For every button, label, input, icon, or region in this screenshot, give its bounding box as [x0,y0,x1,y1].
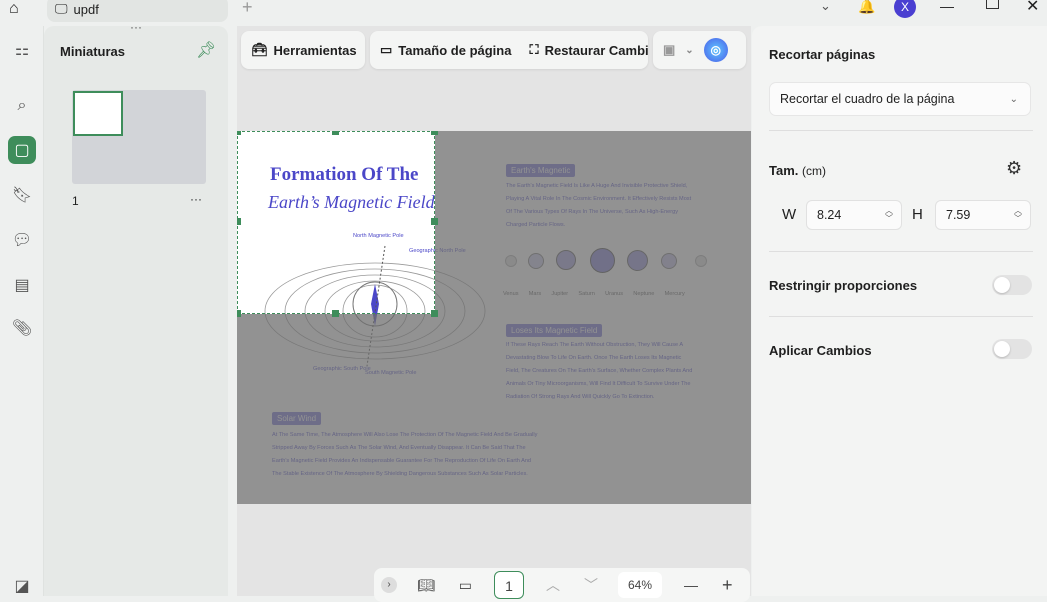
presentation-icon[interactable]: ▭ [459,577,472,594]
paragraph-3: At The Same Time, The Atmosphere Will Al… [272,431,538,477]
crop-toolbar: ▭ Tamaño de página ⛶ Restaurar Cambio [370,31,648,69]
size-unit: (cm) [802,164,827,178]
zoom-level[interactable]: 64% [618,572,663,598]
crop-panel: Recortar páginas Recortar el cuadro de l… [752,26,1047,596]
thumbnail-page-number: 1 [72,194,79,208]
thumbnails-grid-icon[interactable]: ⚏ [8,36,36,64]
panel-title: Miniaturas [60,44,126,59]
zoom-out-icon[interactable]: — [684,577,698,593]
planet-labels: Venus Mars Jupiter Saturn Uranus Neptune… [503,290,685,297]
more-icon[interactable]: ··· [190,192,202,206]
page-size-icon: ▭ [380,42,393,57]
tools-label: Herramientas [273,42,357,58]
page-number-input[interactable]: 1 [494,571,525,599]
search-icon[interactable]: ⌕ [8,92,36,120]
crop-box-select[interactable]: Recortar el cuadro de la página ⌄ [769,82,1031,116]
stepper-arrows-icon[interactable]: ︿ ﹀ [885,207,893,223]
minimize-icon[interactable]: — [940,0,954,14]
avatar[interactable]: X [894,0,916,18]
pin-icon[interactable]: 📌︎ [196,40,216,60]
constrain-label: Restringir proporciones [769,278,918,293]
zoom-in-icon[interactable]: + [722,575,733,596]
expand-icon[interactable]: › [381,577,397,593]
stepper-arrows-icon[interactable]: ︿ ﹀ [1014,207,1022,223]
chevron-down-icon[interactable]: ⌄ [820,0,831,14]
extra-toolbar: ▣ ⌄ ◎ [653,31,746,69]
save-icon[interactable]: ▣ [663,42,675,58]
paragraph-2: If These Rays Reach The Earth Without Ob… [506,341,693,400]
label-geo-south: Geographic South Pole [313,365,371,372]
next-page-icon[interactable]: ﹀ [584,575,598,595]
planets-row: Venus Mars Jupiter Saturn Uranus Neptune… [503,248,718,304]
crop-box-value: Recortar el cuadro de la página [780,92,955,106]
bottom-toolbar: › 📖︎ ▭ 1 ︿ ﹀ 64% — + [374,568,750,602]
width-stepper[interactable]: 8.24 ︿ ﹀ [806,200,902,230]
tools-button[interactable]: 🧰︎ Herramientas [241,31,365,69]
page-thumbnail[interactable] [72,90,206,184]
section-label: Solar Wind [272,412,322,425]
left-rail: ⚏ ⌕ ▢ 🔖︎ 💬︎ ▤ 📎︎ ◪ [0,26,44,596]
paragraph-1: The Earth's Magnetic Field Is Like A Hug… [506,182,692,228]
restore-button[interactable]: Restaurar Cambio [545,43,648,58]
tab-bar: ⌂ 🖵 updf + ⌄ 🔔 X — ✕ [0,0,1047,26]
constrain-toggle[interactable] [992,275,1032,295]
form-icon[interactable]: ▤ [8,271,36,299]
width-value: 8.24 [817,208,842,222]
drag-handle[interactable]: ··· [130,20,142,34]
chevron-down-icon[interactable]: ⌄ [685,45,693,56]
prev-page-icon[interactable]: ︿ [546,575,560,595]
close-icon[interactable]: ✕ [1026,0,1039,16]
crop-box[interactable] [237,131,438,317]
panel-title: Recortar páginas [769,47,876,62]
apply-label: Aplicar Cambios [769,343,872,358]
ai-assistant-icon[interactable]: ◎ [703,38,728,62]
height-label: H [912,206,923,223]
thumbnails-panel: ··· Miniaturas 📌︎ 1 ··· [44,20,228,596]
height-value: 7.59 [946,208,971,222]
comment-icon[interactable]: 💬︎ [8,226,36,254]
height-stepper[interactable]: 7.59 ︿ ﹀ [935,200,1031,230]
attachment-icon[interactable]: 📎︎ [8,314,36,342]
home-icon[interactable]: ⌂ [9,0,19,18]
pdf-page: Formation Of The Earth’s Magnetic Field … [237,131,751,504]
chevron-down-icon: ⌄ [1009,93,1018,105]
monitor-icon: 🖵 [55,1,68,16]
label-south-magnetic: South Magnetic Pole [365,369,417,376]
new-tab-icon[interactable]: + [242,0,253,18]
size-label: Tam. [769,163,799,178]
toolbox-icon: 🧰︎ [251,42,268,57]
section-label: Loses Its Magnetic Field [506,324,603,337]
maximize-icon[interactable] [986,0,999,9]
restore-icon: ⛶ [529,42,539,57]
apply-changes-toggle[interactable] [992,339,1032,359]
bell-icon[interactable]: 🔔 [858,0,875,15]
tab-title: updf [73,1,99,17]
bookmark-icon[interactable]: 🔖︎ [8,181,36,209]
section-label: Earth's Magnetic [506,164,576,177]
reading-mode-icon[interactable]: 📖︎ [417,577,435,594]
width-label: W [782,206,797,223]
tab-updf[interactable]: 🖵 updf [47,0,228,22]
page-size-button[interactable]: Tamaño de página [398,43,511,58]
settings-gear-icon[interactable]: ⚙ [1006,158,1022,179]
page-edit-icon[interactable]: ▢ [8,136,36,164]
